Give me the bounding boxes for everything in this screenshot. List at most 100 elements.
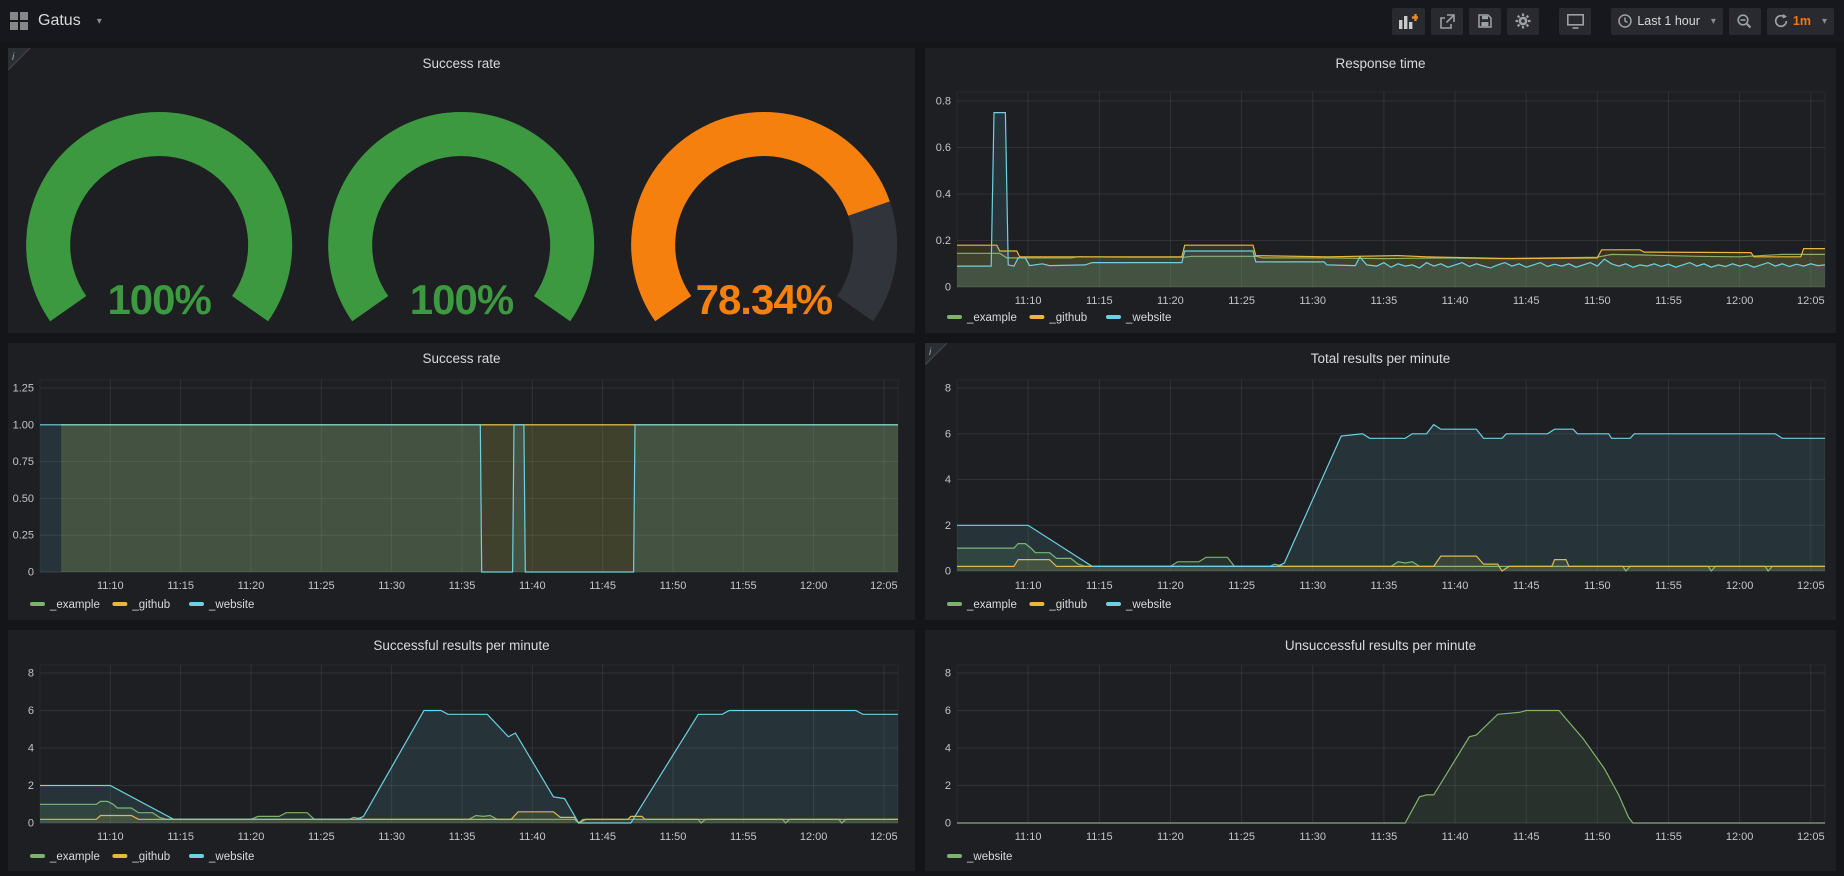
panel-success-rate-timeseries: Success rate 00.250.500.751.001.2511:101… (8, 343, 915, 620)
y-tick-label: 8 (945, 383, 951, 395)
panel-successful-results: Successful results per minute 0246811:10… (8, 630, 915, 871)
y-tick-label: 0.50 (13, 493, 34, 505)
y-tick-label: 0.75 (13, 456, 34, 468)
legend-swatch (1106, 602, 1121, 606)
chart-svg[interactable]: 00.250.500.751.001.2511:1011:1511:2011:2… (8, 343, 915, 620)
legend-item[interactable]: _website (1106, 599, 1171, 611)
legend-item[interactable]: _example (30, 599, 100, 611)
chart-svg[interactable]: 0246811:1011:1511:2011:2511:3011:3511:40… (8, 630, 915, 871)
panel-title[interactable]: Success rate (8, 351, 915, 366)
x-tick-label: 11:35 (449, 580, 476, 592)
y-tick-label: 0 (28, 818, 34, 830)
panel-title[interactable]: Total results per minute (925, 351, 1836, 366)
x-tick-label: 11:55 (730, 831, 757, 843)
series-area-_website (957, 425, 1825, 571)
x-tick-label: 12:00 (800, 831, 828, 843)
x-tick-label: 11:20 (238, 580, 265, 592)
legend-item[interactable]: _github (1029, 312, 1087, 324)
panel-info-icon[interactable]: i (925, 343, 947, 365)
x-tick-label: 11:25 (1228, 580, 1255, 592)
x-tick-label: 11:55 (1655, 295, 1682, 307)
legend-item[interactable]: _github (1029, 599, 1087, 611)
gauge-_example: 100%_example (8, 48, 310, 333)
legend-label: _example (966, 599, 1017, 611)
x-tick-label: 12:05 (1797, 580, 1825, 592)
chart-svg[interactable]: 0246811:1011:1511:2011:2511:3011:3511:40… (925, 343, 1836, 620)
panel-info-icon[interactable]: i (8, 48, 30, 70)
chart-svg[interactable]: 0246811:1011:1511:2011:2511:3011:3511:40… (925, 630, 1836, 871)
legend-item[interactable]: _website (947, 851, 1012, 863)
y-tick-label: 8 (28, 668, 34, 680)
legend-swatch (947, 854, 962, 858)
total-results-chart: 0246811:1011:1511:2011:2511:3011:3511:40… (925, 343, 1836, 625)
tv-mode-button[interactable] (1559, 8, 1591, 35)
chart-svg[interactable]: 00.20.40.60.811:1011:1511:2011:2511:3011… (925, 48, 1836, 333)
y-tick-label: 2 (945, 780, 951, 792)
dashboard-switcher[interactable]: Gatus ▾ (10, 12, 102, 30)
y-tick-label: 0.6 (936, 142, 951, 154)
response-time-chart: 00.20.40.60.811:1011:1511:2011:2511:3011… (925, 48, 1836, 338)
legend-item[interactable]: _example (30, 851, 100, 863)
dashboard-title: Gatus (38, 12, 81, 30)
y-tick-label: 0.4 (936, 189, 951, 201)
zoom-out-icon (1737, 14, 1752, 29)
refresh-button[interactable]: 1m ▾ (1767, 8, 1834, 35)
x-tick-label: 11:40 (519, 580, 546, 592)
y-tick-label: 4 (28, 743, 34, 755)
x-tick-label: 11:30 (1299, 295, 1326, 307)
x-tick-label: 11:45 (589, 831, 616, 843)
add-panel-button[interactable] (1392, 8, 1425, 35)
gauge-value: 78.34% (613, 276, 915, 324)
legend-item[interactable]: _website (1106, 312, 1171, 324)
zoom-out-button[interactable] (1729, 8, 1761, 35)
legend-label: _example (966, 312, 1017, 324)
share-button[interactable] (1431, 8, 1463, 35)
x-tick-label: 11:25 (308, 580, 335, 592)
refresh-icon (1774, 14, 1788, 28)
x-tick-label: 11:35 (449, 831, 476, 843)
x-tick-label: 11:25 (308, 831, 335, 843)
settings-button[interactable] (1507, 8, 1539, 35)
x-tick-label: 11:40 (1442, 831, 1469, 843)
panel-title[interactable]: Successful results per minute (8, 638, 915, 653)
legend-item[interactable]: _example (947, 312, 1017, 324)
x-tick-label: 12:00 (1726, 580, 1754, 592)
gauge-value: 100% (310, 276, 612, 324)
time-range-picker[interactable]: Last 1 hour ▾ (1611, 8, 1723, 35)
x-tick-label: 11:15 (1086, 580, 1113, 592)
panel-success-rate-gauges: i Success rate 100%_example100%_github78… (8, 48, 915, 333)
legend-item[interactable]: _github (112, 599, 170, 611)
success-rate-chart: 00.250.500.751.001.2511:1011:1511:2011:2… (8, 343, 915, 625)
x-tick-label: 11:50 (1584, 580, 1611, 592)
legend-swatch (947, 315, 962, 319)
gauge-value: 100% (8, 276, 310, 324)
panel-response-time: Response time 00.20.40.60.811:1011:1511:… (925, 48, 1836, 333)
panel-title[interactable]: Response time (925, 56, 1836, 71)
save-button[interactable] (1469, 8, 1501, 35)
y-tick-label: 0 (28, 567, 34, 579)
legend-swatch (30, 602, 45, 606)
x-tick-label: 11:50 (1584, 831, 1611, 843)
x-tick-label: 11:55 (1655, 831, 1682, 843)
legend-item[interactable]: _website (189, 851, 254, 863)
legend-swatch (1106, 315, 1121, 319)
panel-unsuccessful-results: Unsuccessful results per minute 0246811:… (925, 630, 1836, 871)
legend-label: _github (131, 599, 170, 611)
save-icon (1478, 14, 1492, 28)
legend-item[interactable]: _example (947, 599, 1017, 611)
legend-swatch (189, 854, 204, 858)
x-tick-label: 11:40 (519, 831, 546, 843)
series-area-_website (40, 425, 898, 572)
x-tick-label: 11:50 (1584, 295, 1611, 307)
x-tick-label: 11:10 (97, 831, 124, 843)
clock-icon (1618, 14, 1632, 28)
legend-item[interactable]: _github (112, 851, 170, 863)
panel-title[interactable]: Unsuccessful results per minute (925, 638, 1836, 653)
share-icon (1440, 14, 1455, 29)
x-tick-label: 11:35 (1371, 831, 1398, 843)
legend-item[interactable]: _website (189, 599, 254, 611)
apps-grid-icon (10, 12, 28, 30)
chevron-down-icon: ▾ (97, 16, 102, 27)
y-tick-label: 0 (945, 282, 951, 294)
panel-title[interactable]: Success rate (8, 56, 915, 71)
